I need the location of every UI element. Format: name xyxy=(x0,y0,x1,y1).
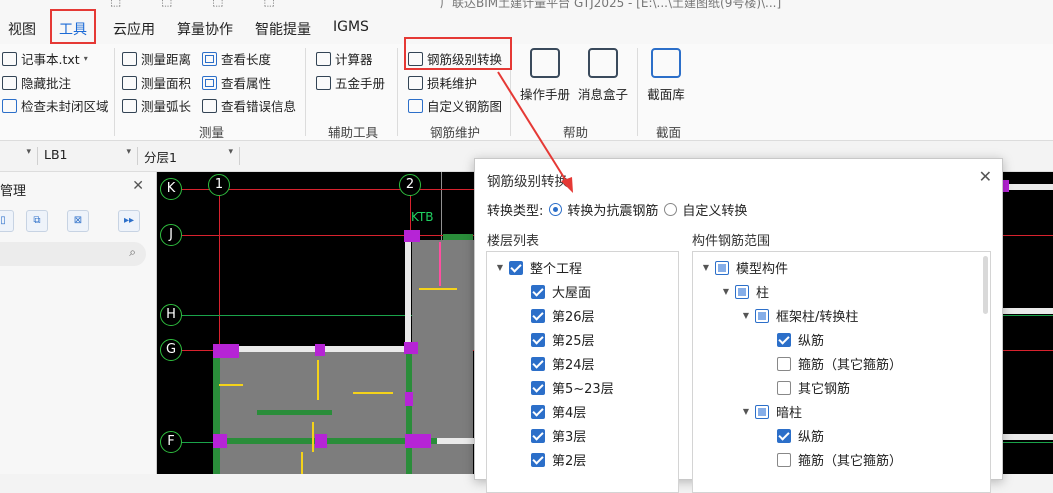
annotation-arrow xyxy=(497,71,573,193)
arrow-head xyxy=(561,177,573,193)
arrow-line xyxy=(497,71,569,185)
